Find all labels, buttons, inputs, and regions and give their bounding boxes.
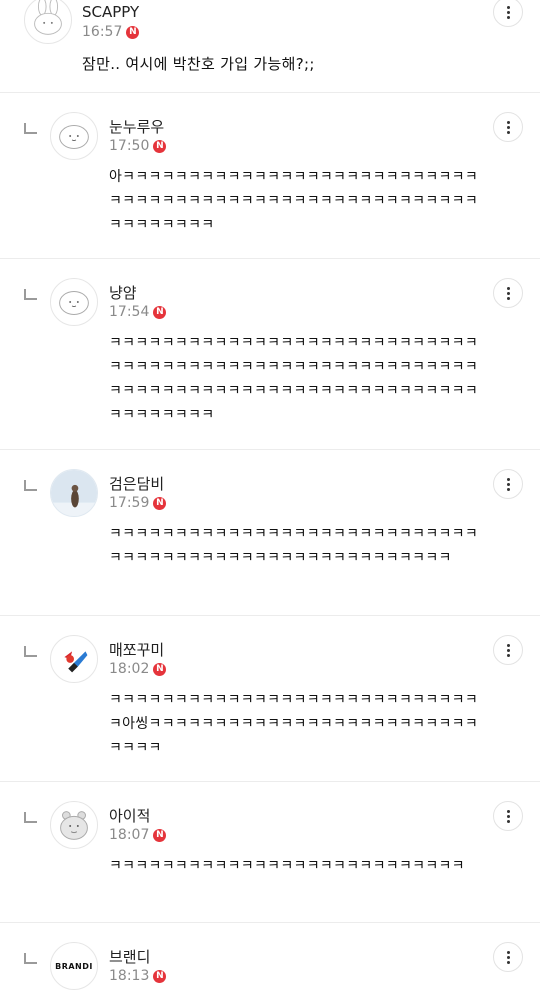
new-badge: N [153,305,167,319]
reply-arrow-icon [24,289,37,300]
comment-timestamp: 17:54 [109,304,150,320]
more-options-button[interactable] [493,278,523,308]
more-options-button[interactable] [493,469,523,499]
new-badge: N [153,662,167,676]
comment-item: SCAPPY 16:57 N 잠만.. 여시에 박찬호 가입 가능해?;; [0,0,540,92]
new-badge: N [126,25,140,39]
reply-item: 아이적 18:07 N ㅋㅋㅋㅋㅋㅋㅋㅋㅋㅋㅋㅋㅋㅋㅋㅋㅋㅋㅋㅋㅋㅋㅋㅋㅋㅋㅋ [0,782,540,922]
comment-time: 17:50 N [109,138,167,154]
comment-author[interactable]: 아이적 [109,805,150,826]
comment-text: ㅋㅋㅋㅋㅋㅋㅋㅋㅋㅋㅋㅋㅋㅋㅋㅋㅋㅋㅋㅋㅋㅋㅋㅋㅋㅋㅋㅋㅋ아씽ㅋㅋㅋㅋㅋㅋㅋㅋㅋ… [109,692,479,756]
comment-time: 18:07 N [109,827,167,843]
reply-arrow-icon [24,953,37,964]
sable-photo-avatar-icon[interactable] [50,469,98,517]
reply-arrow-icon [24,812,37,823]
more-options-button[interactable] [493,801,523,831]
more-vertical-icon [506,809,510,823]
comment-time: 18:13 N [109,968,167,984]
hamster-avatar-icon[interactable] [50,801,98,849]
blob-avatar-icon[interactable] [50,278,98,326]
more-options-button[interactable] [493,0,523,27]
comment-time: 17:59 N [109,495,167,511]
reply-item: 매쪼꾸미 18:02 N ㅋㅋㅋㅋㅋㅋㅋㅋㅋㅋㅋㅋㅋㅋㅋㅋㅋㅋㅋㅋㅋㅋㅋㅋㅋㅋㅋ… [0,616,540,781]
reply-item: BRANDI 브랜디 18:13 N [0,923,540,993]
comment-author[interactable]: 매쪼꾸미 [109,639,164,660]
comment-text: ㅋㅋㅋㅋㅋㅋㅋㅋㅋㅋㅋㅋㅋㅋㅋㅋㅋㅋㅋㅋㅋㅋㅋㅋㅋㅋㅋ [109,858,465,874]
more-vertical-icon [506,950,510,964]
reply-arrow-icon [24,123,37,134]
comment-time: 16:57 N [82,24,140,40]
comment-timestamp: 18:02 [109,661,150,677]
more-options-button[interactable] [493,942,523,972]
comment-timestamp: 17:50 [109,138,150,154]
cartoon-avatar-icon[interactable] [50,635,98,683]
comment-timestamp: 18:13 [109,968,150,984]
new-badge: N [153,969,167,983]
comment-author[interactable]: 검은담비 [109,473,164,494]
more-vertical-icon [506,5,510,19]
brandi-logo-avatar-icon[interactable]: BRANDI [50,942,98,990]
comment-timestamp: 18:07 [109,827,150,843]
reply-arrow-icon [24,480,37,491]
comment-time: 18:02 N [109,661,167,677]
new-badge: N [153,828,167,842]
blob-avatar-icon[interactable] [50,112,98,160]
new-badge: N [153,139,167,153]
comment-time: 17:54 N [109,304,167,320]
comment-text: ㅋㅋㅋㅋㅋㅋㅋㅋㅋㅋㅋㅋㅋㅋㅋㅋㅋㅋㅋㅋㅋㅋㅋㅋㅋㅋㅋㅋㅋㅋㅋㅋㅋㅋㅋㅋㅋㅋㅋㅋ… [109,526,479,566]
more-options-button[interactable] [493,112,523,142]
comment-timestamp: 17:59 [109,495,150,511]
brandi-logo-text: BRANDI [55,961,93,971]
reply-item: 냥얌 17:54 N ㅋㅋㅋㅋㅋㅋㅋㅋㅋㅋㅋㅋㅋㅋㅋㅋㅋㅋㅋㅋㅋㅋㅋㅋㅋㅋㅋㅋㅋ… [0,259,540,449]
comment-author[interactable]: 냥얌 [109,282,137,303]
more-vertical-icon [506,643,510,657]
comment-timestamp: 16:57 [82,24,123,40]
reply-item: 검은담비 17:59 N ㅋㅋㅋㅋㅋㅋㅋㅋㅋㅋㅋㅋㅋㅋㅋㅋㅋㅋㅋㅋㅋㅋㅋㅋㅋㅋㅋ… [0,450,540,615]
more-vertical-icon [506,120,510,134]
comment-text: 잠만.. 여시에 박찬호 가입 가능해?;; [82,55,315,73]
new-badge: N [153,496,167,510]
comment-text: ㅋㅋㅋㅋㅋㅋㅋㅋㅋㅋㅋㅋㅋㅋㅋㅋㅋㅋㅋㅋㅋㅋㅋㅋㅋㅋㅋㅋㅋㅋㅋㅋㅋㅋㅋㅋㅋㅋㅋㅋ… [109,335,479,423]
more-options-button[interactable] [493,635,523,665]
comment-author[interactable]: 브랜디 [109,946,150,967]
comment-text: 아ㅋㅋㅋㅋㅋㅋㅋㅋㅋㅋㅋㅋㅋㅋㅋㅋㅋㅋㅋㅋㅋㅋㅋㅋㅋㅋㅋㅋㅋㅋㅋㅋㅋㅋㅋㅋㅋㅋㅋ… [109,169,479,233]
comment-author[interactable]: 눈누루우 [109,116,164,137]
reply-arrow-icon [24,646,37,657]
more-vertical-icon [506,477,510,491]
reply-item: 눈누루우 17:50 N 아ㅋㅋㅋㅋㅋㅋㅋㅋㅋㅋㅋㅋㅋㅋㅋㅋㅋㅋㅋㅋㅋㅋㅋㅋㅋㅋ… [0,93,540,258]
comment-author[interactable]: SCAPPY [82,3,139,21]
bunny-avatar-icon[interactable] [24,0,72,44]
more-vertical-icon [506,286,510,300]
